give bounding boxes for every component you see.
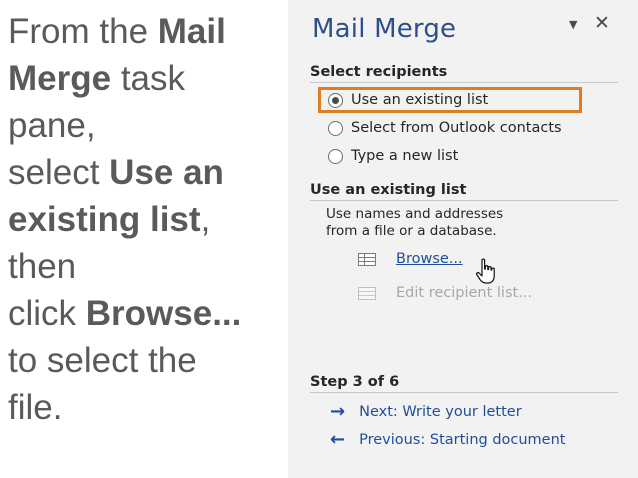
select-recipients-heading: Select recipients: [310, 64, 618, 83]
table-icon: [358, 252, 376, 266]
existing-list-description: Use names and addresses from a file or a…: [326, 206, 503, 240]
browse-row[interactable]: Browse...: [358, 251, 463, 267]
mail-merge-pane: Mail Merge ▼ ✕ Select recipients Use an …: [288, 0, 638, 478]
edit-list-icon: [358, 286, 376, 300]
slide-line2-text: task: [111, 59, 186, 98]
previous-step-label[interactable]: Previous: Starting document: [359, 432, 565, 448]
use-existing-list-heading: Use an existing list: [310, 182, 618, 201]
slide-line1-bold: Mail: [157, 12, 226, 51]
radio-select-outlook-contacts[interactable]: Select from Outlook contacts: [328, 120, 562, 136]
close-icon[interactable]: ✕: [594, 12, 610, 34]
next-step-label[interactable]: Next: Write your letter: [359, 404, 522, 420]
pane-title: Mail Merge: [312, 14, 457, 44]
radio-label: Select from Outlook contacts: [351, 120, 562, 136]
radio-unchecked-icon[interactable]: [328, 120, 343, 136]
slide-line4-bold: Use an: [109, 153, 224, 192]
radio-unchecked-icon[interactable]: [328, 148, 343, 164]
description-line: from a file or a database.: [326, 223, 497, 239]
edit-recipient-list-link: Edit recipient list...: [396, 285, 533, 301]
slide-line5-text: ,: [200, 200, 211, 239]
arrow-left-icon: ←: [330, 429, 346, 450]
slide-line7-bold: Browse...: [85, 294, 242, 333]
slide-line3-text: pane,: [8, 106, 96, 145]
previous-step-link[interactable]: ← Previous: Starting document: [330, 429, 565, 450]
hand-cursor-icon: [476, 258, 495, 284]
slide-line7-text: click: [8, 294, 86, 333]
browse-link[interactable]: Browse...: [396, 251, 463, 267]
arrow-right-icon: →: [330, 401, 346, 422]
step-indicator: Step 3 of 6: [310, 374, 618, 393]
highlight-box: [318, 87, 582, 113]
description-line: Use names and addresses: [326, 206, 504, 222]
next-step-link[interactable]: → Next: Write your letter: [330, 401, 522, 422]
edit-recipient-list-row: Edit recipient list...: [358, 285, 532, 301]
slide-instruction-text: From the Mail Merge task pane, select Us…: [8, 8, 280, 431]
slide-line6-text: then: [8, 247, 77, 286]
dropdown-arrow-icon[interactable]: ▼: [569, 18, 577, 31]
slide-line2-bold: Merge: [8, 59, 112, 98]
slide-line8-text: to select the: [8, 341, 197, 380]
slide-line5-bold: existing list: [8, 200, 201, 239]
radio-type-new-list[interactable]: Type a new list: [328, 148, 458, 164]
slide-line9-text: file.: [8, 388, 63, 427]
slide-line1-text: From the: [8, 12, 158, 51]
radio-label: Type a new list: [351, 148, 459, 164]
slide-line4-text: select: [8, 153, 110, 192]
